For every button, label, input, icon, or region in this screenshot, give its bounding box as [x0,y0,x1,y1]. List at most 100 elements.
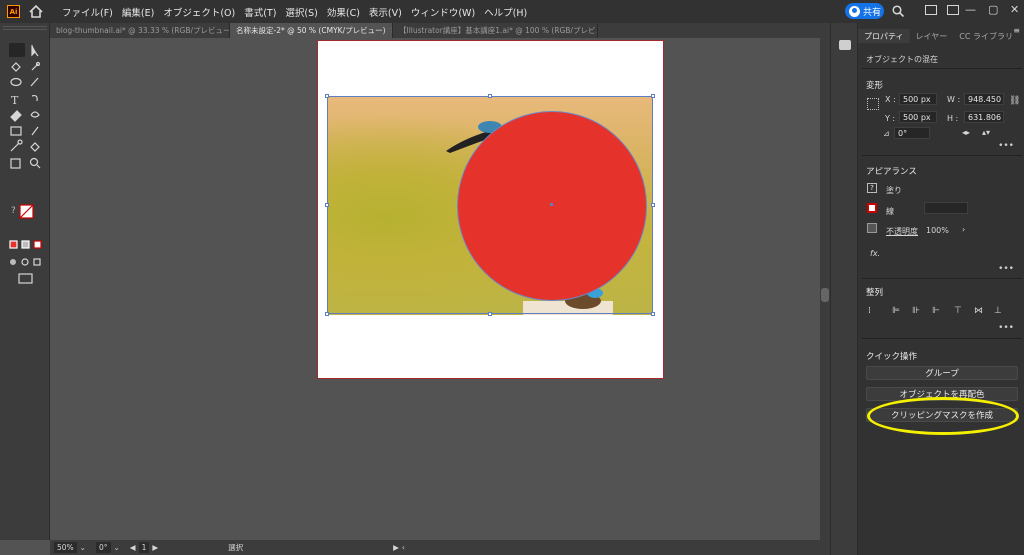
menu-select[interactable]: 選択(S) [285,5,322,19]
align-right-icon[interactable]: ⊩ [932,306,942,316]
tab-cc-libraries[interactable]: CC ライブラリ [953,29,1019,43]
menu-file[interactable]: ファイル(F) [62,5,118,19]
tab-blog-thumbnail[interactable]: blog-thumbnail.ai* @ 33.33 % (RGB/プレビュー) [50,23,230,38]
stroke-swatch[interactable] [867,203,877,213]
next-artboard-icon[interactable]: ▶ [152,543,158,552]
more-options-icon[interactable]: ••• [998,141,1014,151]
y-label: Y : [885,114,896,123]
share-button[interactable]: 共有 [845,3,884,19]
close-button[interactable]: ✕ [1010,3,1019,16]
tab-illustrator-course[interactable]: 【Illustrator講座】基本講座1.ai* @ 100 % (RGB/プレ… [393,23,598,38]
angle-input[interactable]: 0° [894,127,930,139]
tab-properties[interactable]: プロパティ [858,29,910,43]
menu-object[interactable]: オブジェクト(O) [163,5,240,19]
minimize-button[interactable]: — [965,3,976,16]
align-to-icon[interactable]: ⁞ [868,306,878,316]
prev-artboard-icon[interactable]: ◀ [130,543,136,552]
handle-top-left[interactable] [325,94,329,98]
panel-tabs: プロパティ レイヤー CC ライブラリ [858,29,1024,43]
fx-icon[interactable]: fx. [870,249,880,258]
arrange-documents-icon[interactable] [925,5,937,15]
handle-top-right[interactable] [651,94,655,98]
chevron-down-icon[interactable]: ⌄ [80,543,86,552]
comments-icon[interactable] [839,40,851,50]
align-left-icon[interactable]: ⊫ [892,306,902,316]
reference-point-icon[interactable] [867,98,879,110]
handle-middle-right[interactable] [651,203,655,207]
rotate-tool[interactable] [29,92,45,106]
chevron-down-icon[interactable]: ⌄ [114,543,120,552]
menu-help[interactable]: ヘルプ(H) [484,5,532,19]
link-proportions-icon[interactable]: ⛓ [1009,96,1020,106]
workspace-icons [925,5,959,15]
handle-middle-left[interactable] [325,203,329,207]
flip-vertical-icon[interactable]: ▴▾ [982,128,990,137]
align-top-icon[interactable]: ⊤ [954,306,964,316]
zoom-tool[interactable] [29,156,45,170]
menu-window[interactable]: ウィンドウ(W) [411,5,480,19]
divider [862,338,1022,339]
more-options-icon[interactable]: ••• [998,264,1014,274]
menu-edit[interactable]: 編集(E) [122,5,159,19]
paintbrush-tool[interactable] [29,76,45,90]
align-title: 整列 [866,288,884,298]
stroke-weight-input[interactable] [924,202,968,214]
document-tabs: blog-thumbnail.ai* @ 33.33 % (RGB/プレビュー)… [50,23,830,38]
opacity-label[interactable]: 不透明度 [886,226,918,237]
group-button[interactable]: グループ [866,366,1018,380]
divider [862,68,1022,69]
y-input[interactable]: 500 px [899,111,937,123]
chevron-left-icon[interactable]: ‹ [402,543,405,552]
tab-layers[interactable]: レイヤー [910,29,954,43]
flip-horizontal-icon[interactable]: ◂▸ [962,128,970,137]
vertical-scrollbar[interactable] [820,38,830,540]
h-input[interactable]: 631.806 [964,111,1004,123]
handle-bottom-middle[interactable] [488,312,492,316]
maximize-button[interactable]: ▢ [988,3,998,16]
w-input[interactable]: 948.450 [964,93,1004,105]
align-middle-icon[interactable]: ⋈ [974,306,984,316]
object-type-label: オブジェクトの混在 [866,55,938,64]
direct-selection-tool[interactable] [29,43,45,57]
search-icon[interactable] [892,5,904,17]
align-center-icon[interactable]: ⊪ [912,306,922,316]
play-icon[interactable]: ▶ [393,543,399,552]
type-tool[interactable] [9,92,25,106]
artboard-number[interactable]: 1 [138,542,150,553]
w-label: W : [947,95,961,104]
more-options-icon[interactable]: ••• [998,323,1014,333]
panel-menu-icon[interactable]: ≡ [1013,26,1020,35]
blend-tool[interactable] [29,140,45,154]
chevron-right-icon[interactable]: › [962,225,965,234]
shape-builder-tool[interactable] [29,108,45,122]
eraser-tool[interactable] [9,108,25,122]
align-bottom-icon[interactable]: ⊥ [994,306,1004,316]
workspace-switcher-icon[interactable] [947,5,959,15]
menu-effect[interactable]: 効果(C) [327,5,365,19]
handle-bottom-left[interactable] [325,312,329,316]
selection-tool[interactable] [9,43,25,57]
home-icon[interactable] [28,4,44,19]
menu-type[interactable]: 書式(T) [244,5,281,19]
fill-stroke-swatch[interactable] [19,203,35,219]
center-point [550,203,553,206]
gradient-tool[interactable] [9,124,25,138]
canvas[interactable] [50,38,820,540]
tab-untitled-2[interactable]: 名称未設定-2* @ 50 % (CMYK/プレビュー) ✕ [230,23,393,38]
eyedropper-tool[interactable] [29,124,45,138]
fill-swatch[interactable]: ? [867,183,877,193]
puppet-warp-tool[interactable] [9,140,25,154]
rotation-field[interactable]: 0° [95,542,111,553]
handle-bottom-right[interactable] [651,312,655,316]
ellipse-tool[interactable] [9,76,25,90]
x-input[interactable]: 500 px [899,93,937,105]
handle-top-middle[interactable] [488,94,492,98]
svg-text:?: ? [11,206,16,216]
pen-tool[interactable] [29,61,45,75]
scrollbar-thumb[interactable] [821,288,829,302]
opacity-value[interactable]: 100% [926,226,949,235]
zoom-field[interactable]: 50% [54,542,77,553]
artboard-tool[interactable] [9,156,25,170]
menu-view[interactable]: 表示(V) [369,5,407,19]
magic-wand-tool[interactable] [9,61,25,75]
